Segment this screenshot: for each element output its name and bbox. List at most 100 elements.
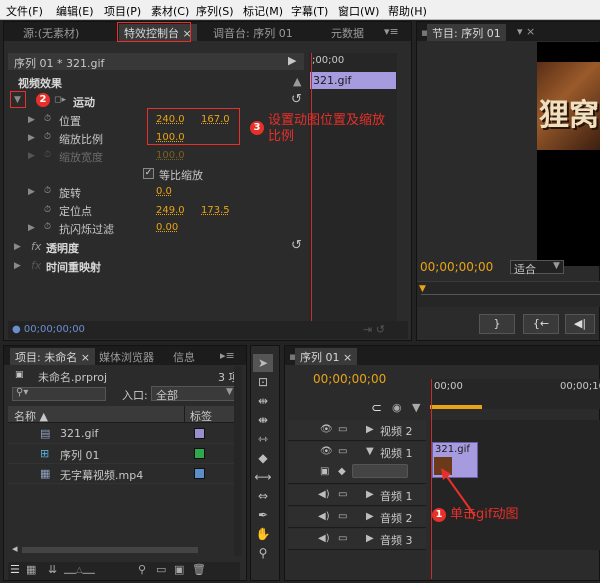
menu-title[interactable]: 字幕(T) bbox=[291, 3, 328, 19]
panel-menu-icon[interactable]: ▾≡ bbox=[384, 25, 399, 38]
speaker-icon[interactable]: ◀) bbox=[318, 533, 330, 544]
new-item-icon[interactable]: ▣ bbox=[174, 563, 184, 576]
prop-anchor-y[interactable]: 173.5 bbox=[201, 205, 230, 216]
tab-sequence[interactable]: 序列 01 × bbox=[295, 348, 358, 365]
razor-tool-icon[interactable]: ◆ bbox=[253, 449, 273, 467]
zoom-slider-icon[interactable]: ▁▁△▁▁ bbox=[64, 565, 95, 574]
scroll-left-icon[interactable]: ◂ bbox=[12, 542, 18, 555]
track-collapse-icon[interactable]: ▼ bbox=[366, 446, 374, 457]
slide-tool-icon[interactable]: ⇔ bbox=[253, 487, 273, 505]
timeline-timecode[interactable]: 00;00;00;00 bbox=[313, 372, 386, 386]
tab-project[interactable]: 项目: 未命名 × bbox=[10, 348, 95, 365]
menu-edit[interactable]: 编辑(E) bbox=[56, 3, 94, 19]
find-icon[interactable]: ⚲ bbox=[138, 563, 146, 576]
entry-select[interactable]: 全部 ▼ bbox=[151, 386, 239, 402]
project-hscrollbar[interactable] bbox=[22, 547, 198, 553]
add-marker-icon[interactable]: ▼ bbox=[412, 401, 420, 414]
eye-icon[interactable]: 👁 bbox=[320, 446, 333, 457]
step-back-button[interactable]: ◀| bbox=[565, 314, 595, 334]
track-expand-icon[interactable]: ▶ bbox=[366, 511, 374, 522]
tab-media-browser[interactable]: 媒体浏览器 bbox=[94, 348, 159, 365]
menu-window[interactable]: 窗口(W) bbox=[338, 3, 379, 19]
menu-file[interactable]: 文件(F) bbox=[6, 3, 43, 19]
label-swatch-purple[interactable] bbox=[194, 428, 205, 439]
prop-flicker-value[interactable]: 0.00 bbox=[156, 222, 178, 233]
scale-stopwatch-icon[interactable]: ⏱ bbox=[44, 132, 51, 142]
zoom-tool-icon[interactable]: ⚲ bbox=[253, 544, 273, 562]
mini-clip[interactable]: 321.gif bbox=[310, 72, 396, 89]
project-menu-icon[interactable]: ▸≡ bbox=[220, 349, 235, 362]
rotate-expand-icon[interactable]: ▶ bbox=[28, 187, 35, 197]
opacity-expand-icon[interactable]: ▶ bbox=[14, 242, 21, 252]
rolling-edit-tool-icon[interactable]: ⇼ bbox=[253, 411, 273, 429]
display-style-icon[interactable]: ▣ bbox=[320, 466, 329, 477]
tab-audio-mixer[interactable]: 调音台: 序列 01 bbox=[208, 24, 298, 41]
eye-icon[interactable]: 👁 bbox=[320, 424, 333, 435]
go-to-in-button[interactable]: {← bbox=[523, 314, 559, 334]
mini-playhead[interactable] bbox=[311, 53, 312, 338]
automate-icon[interactable]: ⇊ bbox=[48, 563, 57, 576]
selection-tool-icon[interactable]: ➤ bbox=[253, 354, 273, 372]
label-swatch-blue[interactable] bbox=[194, 468, 205, 479]
timeline-ruler[interactable]: 00;00 00;00;16 bbox=[430, 379, 600, 409]
keyframe-nav[interactable] bbox=[352, 464, 408, 478]
hand-tool-icon[interactable]: ✋ bbox=[253, 525, 273, 543]
reset-icon[interactable]: ↺ bbox=[291, 92, 302, 107]
track-expand-icon[interactable]: ▶ bbox=[366, 533, 374, 544]
track-expand-icon[interactable]: ▶ bbox=[366, 489, 374, 500]
snap-icon[interactable]: ⊂ bbox=[371, 401, 382, 416]
rate-stretch-tool-icon[interactable]: ⇿ bbox=[253, 430, 273, 448]
track-select-tool-icon[interactable]: ⊡ bbox=[253, 373, 273, 391]
keyframe-icon[interactable]: ◆ bbox=[338, 466, 346, 477]
pos-expand-icon[interactable]: ▶ bbox=[28, 115, 35, 125]
list-view-icon[interactable]: ☰ bbox=[10, 563, 20, 576]
speaker-icon[interactable]: ◀) bbox=[318, 511, 330, 522]
film-icon[interactable]: ▭ bbox=[338, 446, 347, 457]
icon-view-icon[interactable]: ▦ bbox=[26, 563, 36, 576]
film-icon[interactable]: ▭ bbox=[338, 424, 347, 435]
fit-select[interactable]: 适合 ▼ bbox=[510, 260, 564, 276]
new-bin-icon[interactable]: ▭ bbox=[156, 563, 166, 576]
col-name[interactable]: 名称 ▲ bbox=[14, 408, 48, 424]
project-vscrollbar[interactable] bbox=[234, 366, 242, 556]
prop-rotation-value[interactable]: 0.0 bbox=[156, 186, 172, 197]
scale-expand-icon[interactable]: ▶ bbox=[28, 133, 35, 143]
scroll-up-icon[interactable]: ▲ bbox=[293, 75, 301, 88]
slip-tool-icon[interactable]: ⟷ bbox=[253, 468, 273, 486]
label-swatch-green[interactable] bbox=[194, 448, 205, 459]
menu-clip[interactable]: 素材(C) bbox=[151, 3, 189, 19]
opacity-reset-icon[interactable]: ↺ bbox=[291, 238, 302, 253]
tab-program[interactable]: 节目: 序列 01 bbox=[427, 24, 506, 41]
project-search-input[interactable]: ⚲▾ bbox=[12, 387, 106, 401]
program-menu-icon[interactable]: ▾ × bbox=[517, 25, 535, 38]
menu-sequence[interactable]: 序列(S) bbox=[196, 3, 234, 19]
lock-track-icon[interactable]: ▭ bbox=[338, 511, 347, 522]
delete-icon[interactable]: 🗑 bbox=[192, 563, 206, 576]
lock-track-icon[interactable]: ▭ bbox=[338, 533, 347, 544]
col-divider[interactable] bbox=[184, 406, 185, 423]
work-area-bar[interactable] bbox=[430, 405, 482, 409]
ripple-edit-tool-icon[interactable]: ⇹ bbox=[253, 392, 273, 410]
rotate-stopwatch-icon[interactable]: ⏱ bbox=[44, 186, 51, 196]
speaker-icon[interactable]: ◀) bbox=[318, 489, 330, 500]
uniform-scale-checkbox[interactable]: ✓ bbox=[143, 168, 154, 179]
timeremap-expand-icon[interactable]: ▶ bbox=[14, 261, 21, 271]
pen-tool-icon[interactable]: ✒ bbox=[253, 506, 273, 524]
tab-source[interactable]: 源:(无素材) bbox=[18, 24, 84, 41]
menu-marker[interactable]: 标记(M) bbox=[243, 3, 283, 19]
project-item-gif[interactable]: ▤ 321.gif bbox=[8, 424, 240, 444]
prop-anchor-x[interactable]: 249.0 bbox=[156, 205, 185, 216]
tab-info[interactable]: 信息 bbox=[168, 348, 200, 365]
lock-track-icon[interactable]: ▭ bbox=[338, 489, 347, 500]
header-arrow-icon[interactable]: ▶ bbox=[288, 54, 296, 67]
program-timecode[interactable]: 00;00;00;00 bbox=[420, 260, 493, 274]
timeline-playhead[interactable] bbox=[431, 379, 432, 579]
flicker-stopwatch-icon[interactable]: ⏱ bbox=[44, 222, 51, 232]
tab-metadata[interactable]: 元数据 bbox=[326, 24, 369, 41]
menu-help[interactable]: 帮助(H) bbox=[388, 3, 427, 19]
col-label[interactable]: 标签 bbox=[190, 408, 212, 424]
track-expand-icon[interactable]: ▶ bbox=[366, 424, 374, 435]
project-item-sequence[interactable]: ⊞ 序列 01 bbox=[8, 444, 240, 464]
flicker-expand-icon[interactable]: ▶ bbox=[28, 223, 35, 233]
project-item-video[interactable]: ▦ 无字幕视频.mp4 bbox=[8, 464, 240, 484]
